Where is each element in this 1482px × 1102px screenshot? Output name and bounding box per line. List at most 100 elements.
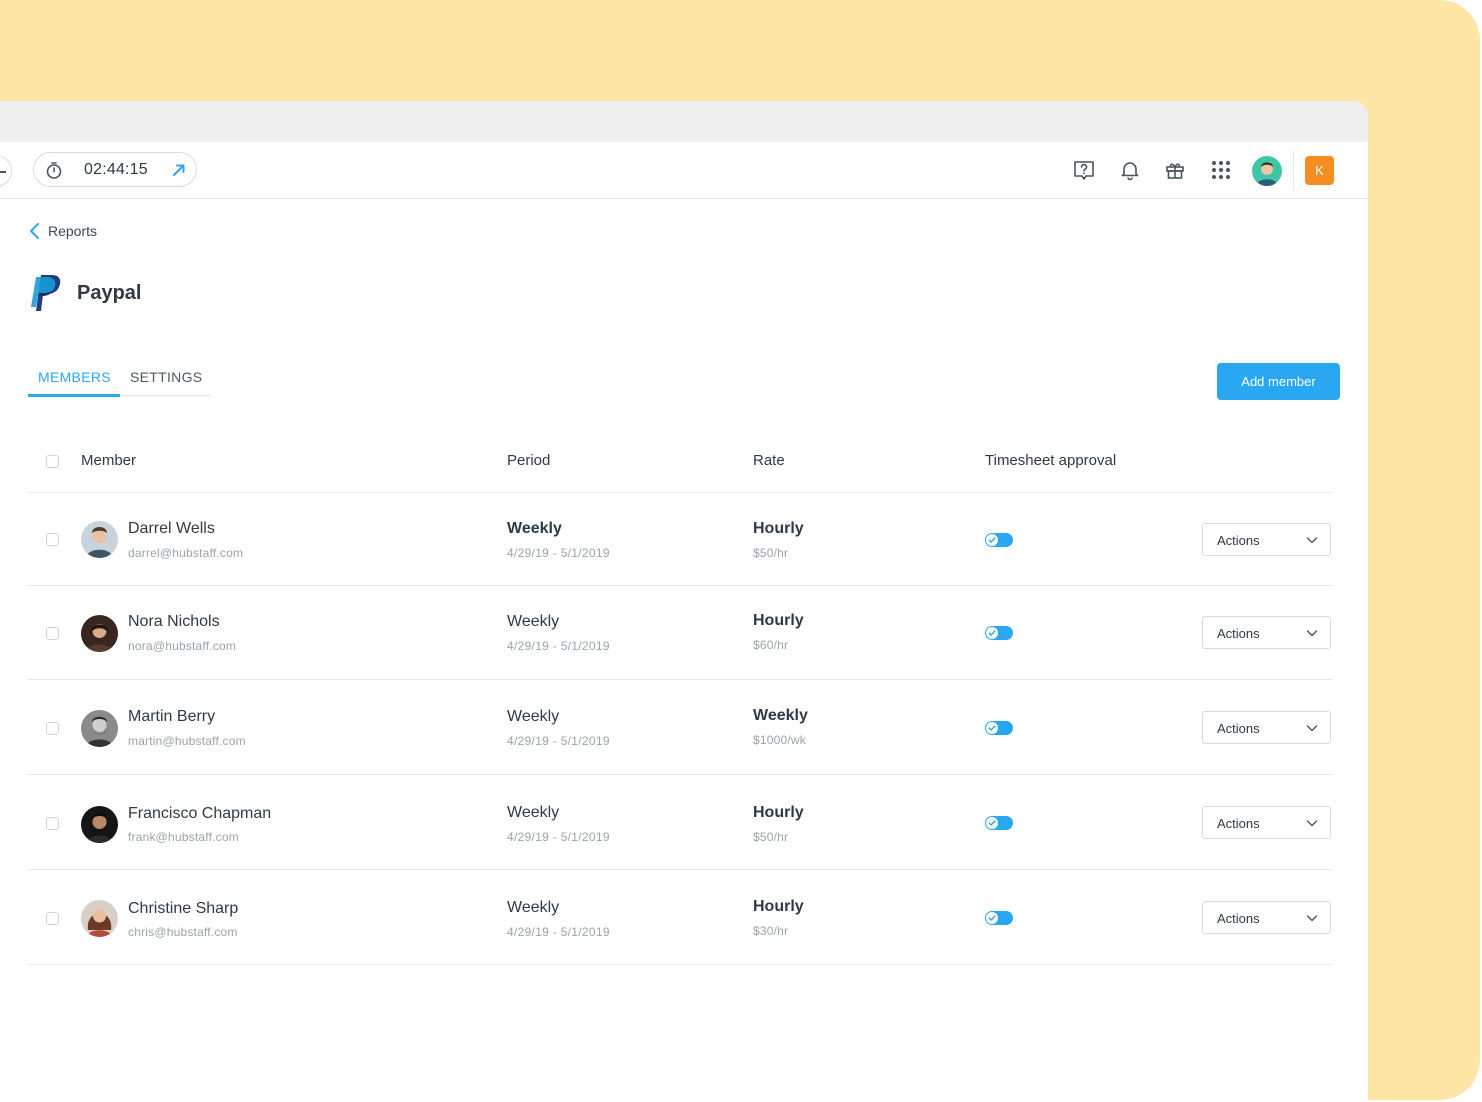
member-name: Martin Berry	[128, 708, 216, 725]
actions-dropdown[interactable]: Actions	[1202, 901, 1331, 934]
rate-type: Hourly	[753, 804, 804, 821]
period-dates: 4/29/19 - 5/1/2019	[507, 734, 610, 748]
timer-time: 02:44:15	[84, 161, 148, 178]
breadcrumb[interactable]: Reports	[28, 222, 97, 240]
member-name: Francisco Chapman	[128, 805, 272, 822]
page-header: Paypal	[28, 273, 141, 313]
timesheet-approval-toggle[interactable]	[985, 721, 1013, 735]
rate-type: Hourly	[753, 520, 804, 537]
select-all-checkbox[interactable]	[46, 455, 59, 468]
tab-settings[interactable]: SETTINGS	[130, 369, 202, 385]
check-icon	[988, 915, 996, 921]
rate-type: Hourly	[753, 898, 804, 915]
period-dates: 4/29/19 - 5/1/2019	[507, 830, 610, 844]
rate-value: $50/hr	[753, 830, 789, 844]
app-window: 02:44:15 K Reports Paypal MEMBERS SETTIN…	[0, 101, 1368, 1102]
tab-members[interactable]: MEMBERS	[38, 369, 111, 385]
row-checkbox[interactable]	[46, 817, 59, 830]
browser-chrome-bar	[0, 101, 1368, 142]
actions-label: Actions	[1217, 626, 1260, 641]
active-tab-indicator	[28, 394, 120, 397]
row-checkbox[interactable]	[46, 722, 59, 735]
user-avatar[interactable]	[1252, 156, 1282, 186]
timesheet-approval-toggle[interactable]	[985, 533, 1013, 547]
table-row: Martin Berry martin@hubstaff.com Weekly …	[28, 680, 1332, 775]
avatar	[81, 615, 118, 652]
page-title: Paypal	[77, 281, 142, 304]
actions-dropdown[interactable]: Actions	[1202, 806, 1331, 839]
table-row: Darrel Wells darrel@hubstaff.com Weekly …	[28, 493, 1332, 586]
period-dates: 4/29/19 - 5/1/2019	[507, 546, 610, 560]
timesheet-approval-toggle[interactable]	[985, 911, 1013, 925]
actions-label: Actions	[1217, 911, 1260, 926]
chevron-down-icon	[1306, 630, 1318, 637]
paypal-logo-icon	[31, 275, 61, 311]
check-icon	[988, 820, 996, 826]
rate-value: $30/hr	[753, 924, 789, 938]
table-header: Member Period Rate Timesheet approval	[28, 430, 1332, 493]
period-dates: 4/29/19 - 5/1/2019	[507, 925, 610, 939]
table-row: Christine Sharp chris@hubstaff.com Weekl…	[28, 870, 1332, 965]
member-name: Nora Nichols	[128, 613, 220, 630]
member-email: nora@hubstaff.com	[128, 639, 237, 653]
member-name: Darrel Wells	[128, 520, 215, 537]
row-checkbox[interactable]	[46, 533, 59, 546]
member-email: frank@hubstaff.com	[128, 830, 239, 844]
actions-dropdown[interactable]: Actions	[1202, 616, 1331, 649]
add-member-button[interactable]: Add member	[1217, 363, 1340, 400]
stopwatch-icon	[46, 162, 62, 179]
avatar	[81, 521, 118, 558]
period-type: Weekly	[507, 804, 560, 821]
header-period: Period	[507, 452, 551, 469]
check-icon	[988, 725, 996, 731]
rate-value: $1000/wk	[753, 733, 806, 747]
timesheet-approval-toggle[interactable]	[985, 816, 1013, 830]
gift-icon[interactable]	[1163, 158, 1187, 182]
member-name: Christine Sharp	[128, 900, 239, 917]
check-icon	[988, 630, 996, 636]
member-email: martin@hubstaff.com	[128, 734, 246, 748]
actions-label: Actions	[1217, 816, 1260, 831]
actions-label: Actions	[1217, 533, 1260, 548]
period-type: Weekly	[507, 520, 562, 537]
actions-dropdown[interactable]: Actions	[1202, 711, 1331, 744]
period-type: Weekly	[507, 613, 560, 630]
actions-label: Actions	[1217, 721, 1260, 736]
top-bar-divider	[1293, 151, 1294, 191]
row-checkbox[interactable]	[46, 627, 59, 640]
timer-widget[interactable]: 02:44:15	[33, 152, 197, 187]
breadcrumb-label: Reports	[48, 223, 98, 239]
chevron-down-icon	[1306, 725, 1318, 732]
header-timesheet-approval: Timesheet approval	[985, 452, 1117, 469]
organization-badge[interactable]: K	[1305, 156, 1334, 185]
chevron-down-icon	[1306, 537, 1318, 544]
actions-dropdown[interactable]: Actions	[1202, 523, 1331, 556]
period-type: Weekly	[507, 899, 560, 916]
rate-type: Weekly	[753, 707, 808, 724]
rate-type: Hourly	[753, 612, 804, 629]
tab-bar: MEMBERS SETTINGS	[28, 363, 210, 397]
bell-icon[interactable]	[1118, 158, 1142, 182]
check-icon	[988, 537, 996, 543]
table-row: Francisco Chapman frank@hubstaff.com Wee…	[28, 775, 1332, 870]
table-row: Nora Nichols nora@hubstaff.com Weekly 4/…	[28, 586, 1332, 680]
chevron-down-icon	[1306, 820, 1318, 827]
sidebar-collapse-button[interactable]	[0, 155, 12, 187]
timesheet-approval-toggle[interactable]	[985, 626, 1013, 640]
external-arrow-icon[interactable]	[170, 161, 188, 179]
row-checkbox[interactable]	[46, 912, 59, 925]
members-table: Member Period Rate Timesheet approval Da…	[28, 430, 1332, 965]
period-dates: 4/29/19 - 5/1/2019	[507, 639, 610, 653]
header-member: Member	[81, 452, 137, 469]
rate-value: $50/hr	[753, 546, 789, 560]
header-rate: Rate	[753, 452, 785, 469]
apps-grid-icon[interactable]	[1209, 158, 1233, 182]
member-email: chris@hubstaff.com	[128, 925, 238, 939]
avatar	[81, 710, 118, 747]
period-type: Weekly	[507, 708, 560, 725]
chevron-left-icon	[30, 223, 39, 239]
avatar	[81, 806, 118, 843]
rate-value: $60/hr	[753, 638, 789, 652]
help-icon[interactable]	[1072, 158, 1096, 182]
avatar	[81, 900, 118, 937]
